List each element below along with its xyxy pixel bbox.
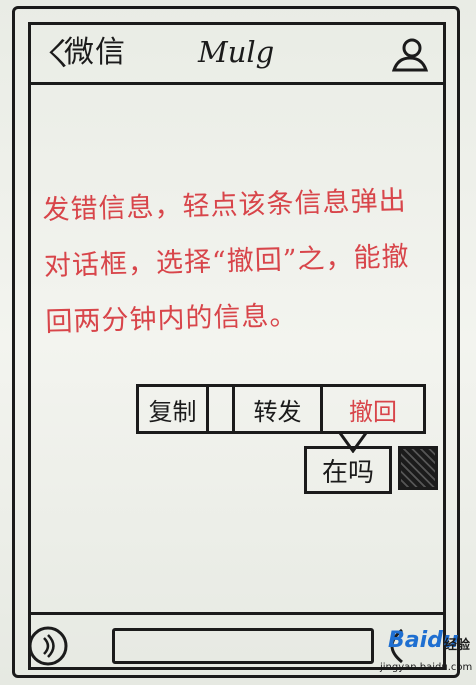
- menu-divider: [209, 387, 235, 431]
- watermark-url: jingyan.baidu.com: [380, 662, 473, 673]
- recall-menu-item[interactable]: 撤回: [323, 387, 423, 431]
- message-input[interactable]: [112, 628, 374, 664]
- baidu-watermark: Baidu 经验 jingyan.baidu.com: [378, 626, 474, 682]
- forward-menu-item[interactable]: 转发: [235, 387, 323, 431]
- avatar: [398, 446, 438, 490]
- message-context-menu: 复制 转发 撤回: [136, 384, 426, 434]
- watermark-side: 经验: [444, 638, 471, 653]
- selected-message-bubble[interactable]: 在吗: [304, 446, 392, 494]
- voice-icon[interactable]: [26, 624, 70, 668]
- input-bar-divider: [30, 612, 444, 617]
- app-title: 微信: [64, 35, 126, 70]
- recall-instruction-message: 发错信息，轻点该条信息弹出对话框，选择“撤回”之，能撤回两分钟内的信息。: [42, 185, 410, 338]
- contact-name: Mulg: [198, 35, 275, 69]
- copy-menu-item[interactable]: 复制: [139, 387, 209, 431]
- person-icon[interactable]: [390, 36, 430, 74]
- chat-header: ㄑ 微信 Mulg: [30, 24, 444, 85]
